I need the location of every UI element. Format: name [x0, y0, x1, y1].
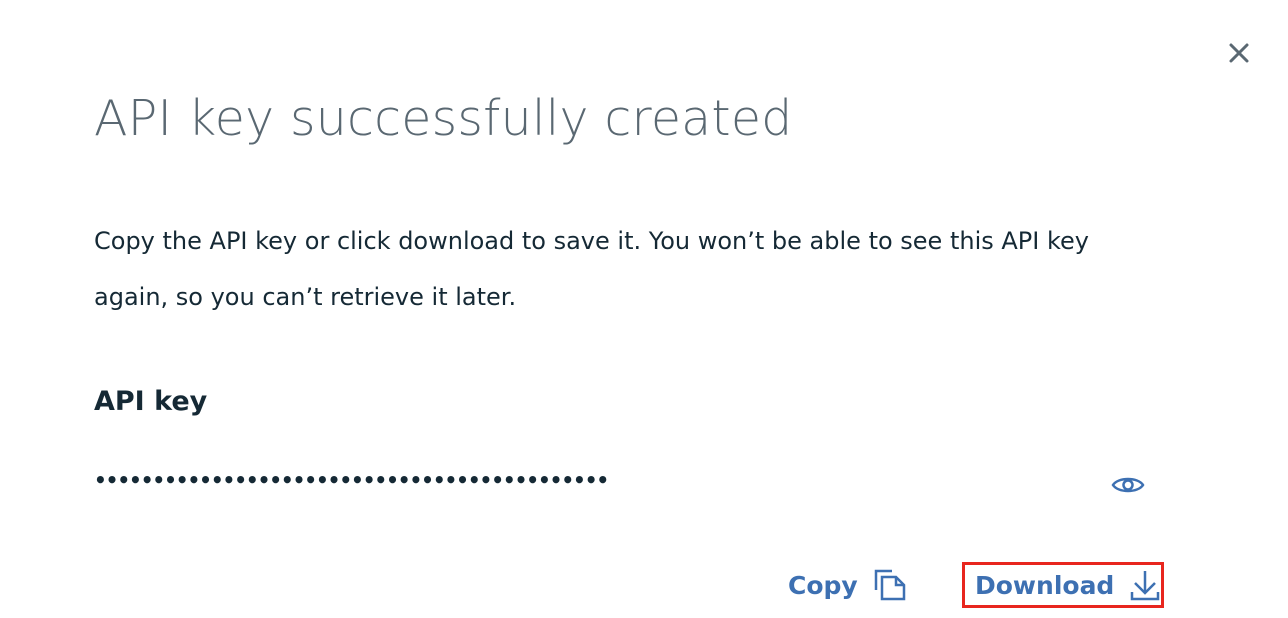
eye-icon: [1111, 477, 1145, 493]
copy-icon: [872, 568, 908, 602]
modal-title: API key successfully created: [94, 90, 793, 147]
download-button[interactable]: Download: [962, 562, 1164, 608]
close-icon: [1229, 43, 1249, 63]
download-label: Download: [975, 570, 1115, 600]
modal-description: Copy the API key or click download to sa…: [94, 227, 1089, 311]
download-icon: [1128, 568, 1162, 602]
copy-button[interactable]: Copy: [788, 563, 908, 607]
close-button[interactable]: [1222, 36, 1256, 70]
reveal-key-button[interactable]: [1108, 468, 1148, 502]
copy-label: Copy: [788, 570, 858, 600]
api-key-value[interactable]: ••••••••••••••••••••••••••••••••••••••••…: [94, 460, 654, 500]
api-key-created-modal: API key successfully created Copy the AP…: [0, 0, 1288, 618]
api-key-label: API key: [94, 386, 208, 417]
